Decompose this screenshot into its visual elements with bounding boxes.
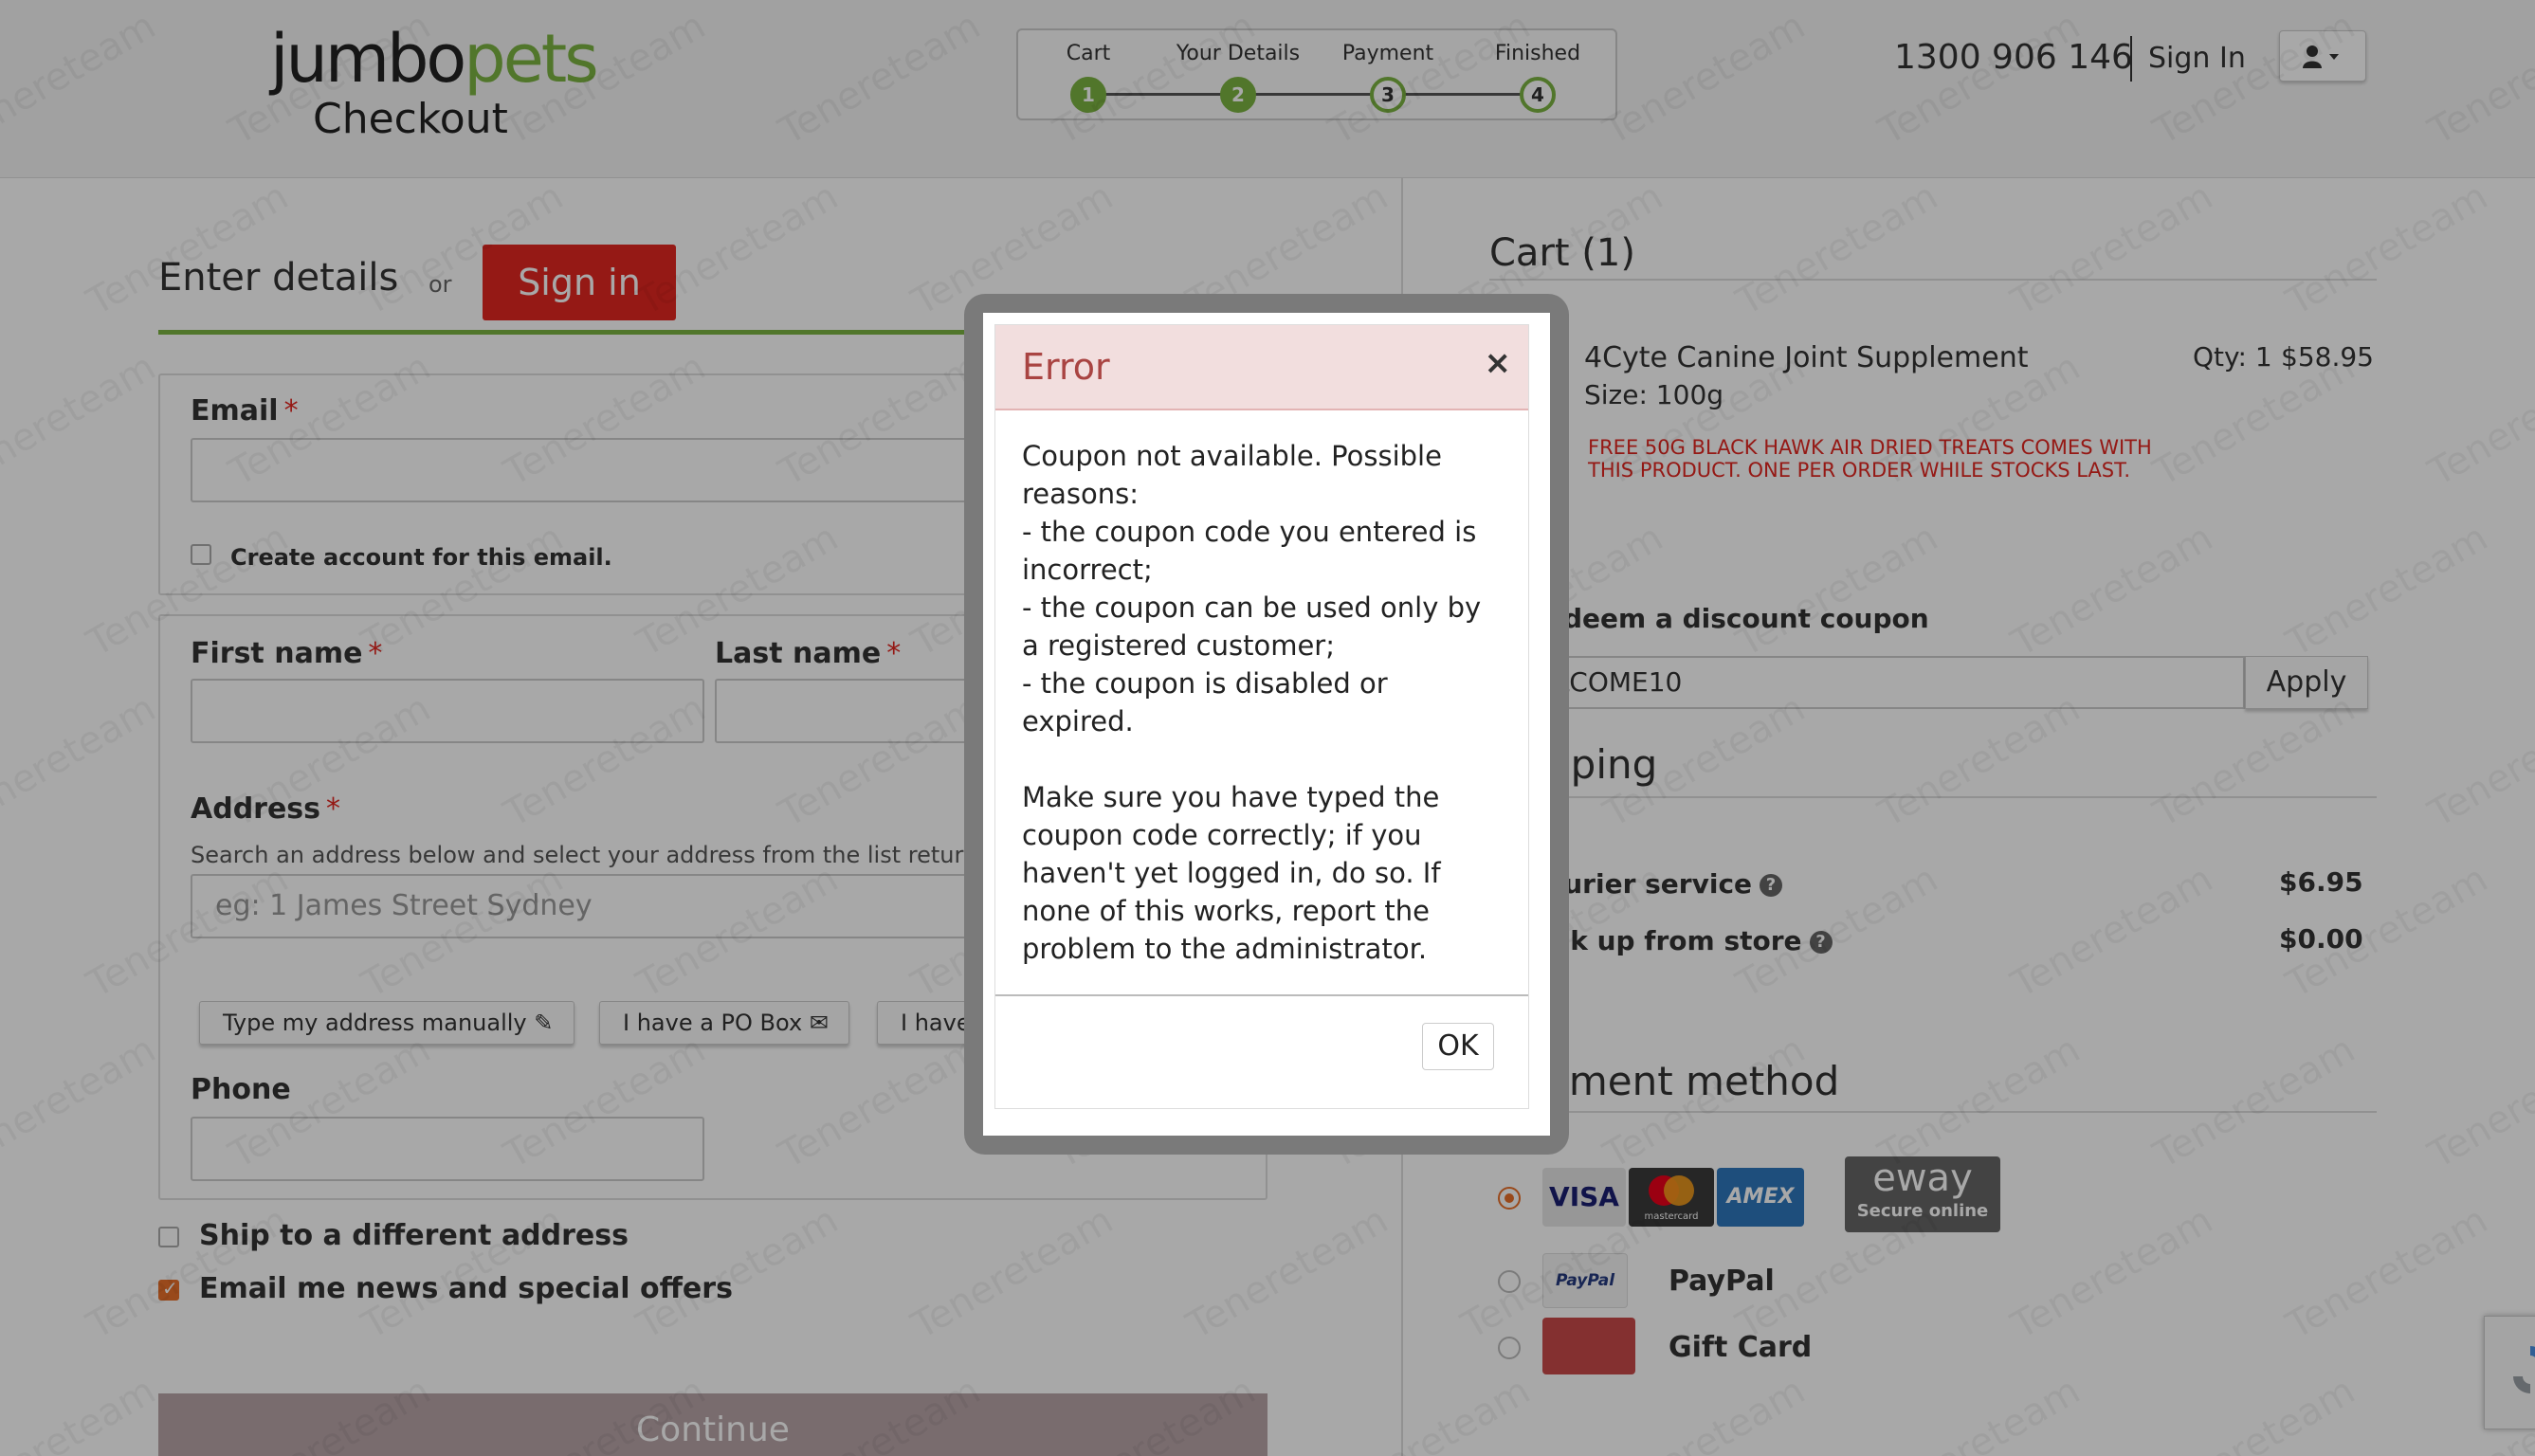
error-reason-line: - the coupon code you entered is incorre…: [1022, 516, 1477, 586]
error-dialog-footer-rule: [995, 994, 1528, 996]
error-reason-line: - the coupon can be used only by a regis…: [1022, 592, 1482, 662]
close-icon[interactable]: ×: [1485, 344, 1512, 382]
error-dialog-content: Error × Coupon not available. Possible r…: [994, 324, 1529, 1109]
error-dialog: Error × Coupon not available. Possible r…: [983, 313, 1550, 1136]
error-dialog-title: Error: [1022, 346, 1110, 388]
error-dialog-header: Error ×: [995, 325, 1528, 410]
error-advice: Make sure you have typed the coupon code…: [1022, 781, 1441, 965]
error-reason-line: Coupon not available. Possible reasons:: [1022, 440, 1442, 510]
error-reason-line: - the coupon is disabled or expired.: [1022, 667, 1388, 737]
error-dialog-message: Coupon not available. Possible reasons: …: [1022, 437, 1505, 1006]
error-reasons: Coupon not available. Possible reasons: …: [1022, 437, 1505, 740]
ok-button[interactable]: OK: [1422, 1023, 1494, 1070]
